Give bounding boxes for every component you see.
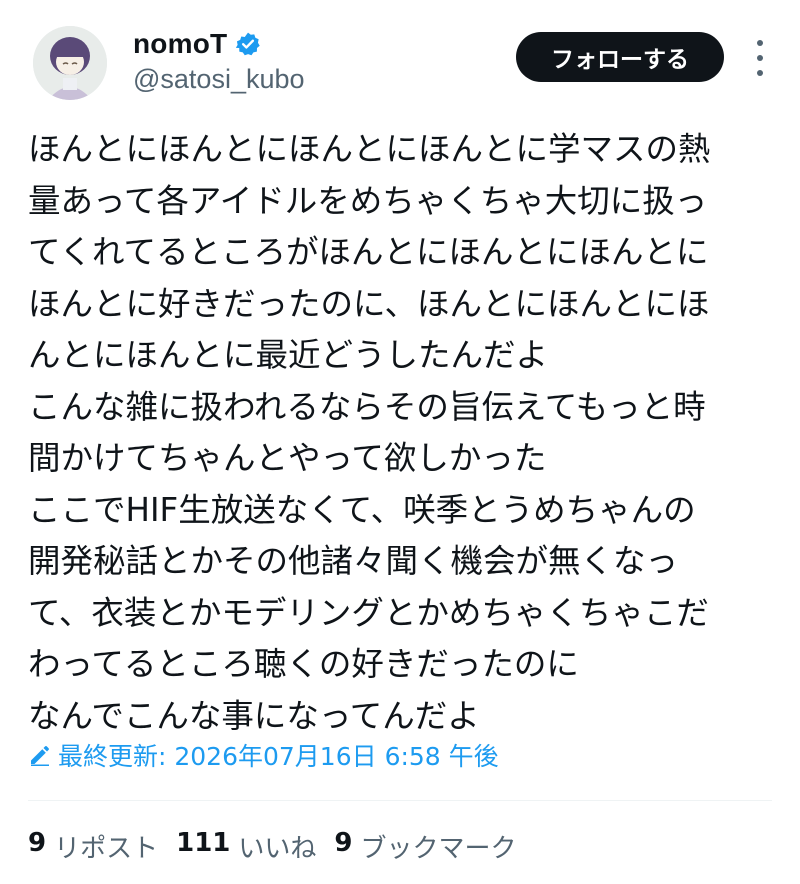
reposts-count: 9 — [28, 828, 47, 858]
tweet-line: こんな雑に扱われるならその旨伝えてもっと時 — [28, 387, 706, 426]
divider — [28, 800, 772, 801]
display-name[interactable]: nomoT — [133, 28, 227, 60]
user-handle[interactable]: @satosi_kubo — [133, 64, 305, 95]
tweet-line: 間かけてちゃんとやって欲しかった — [28, 439, 547, 477]
tweet-line: て、衣装とかモデリングとかめちゃくちゃこだ — [28, 593, 709, 632]
tweet-text: ほんとにほんとにほんとにほんとに学マスの熱 量あって各アイドルをめちゃくちゃ大切… — [28, 124, 788, 742]
likes-stat[interactable]: 111 いいね — [176, 828, 316, 865]
follow-button[interactable]: フォローする — [516, 32, 724, 82]
tweet-line: なんでこんな事になってんだよ — [28, 696, 480, 735]
reposts-label: リポスト — [54, 834, 159, 864]
more-options-icon[interactable] — [748, 40, 772, 76]
avatar[interactable] — [33, 26, 107, 100]
name-row: nomoT — [133, 28, 261, 60]
reposts-stat[interactable]: 9 リポスト — [28, 828, 158, 865]
tweet-line: 量あって各アイドルをめちゃくちゃ大切に扱っ — [28, 181, 708, 220]
likes-count: 111 — [176, 828, 231, 858]
engagement-stats: 9 リポスト 111 いいね 9 ブックマーク — [28, 828, 517, 865]
bookmarks-count: 9 — [334, 828, 353, 858]
last-edited-text: 最終更新: 2026年07月16日 6:58 午後 — [58, 742, 499, 771]
tweet-line: ここでHIF生放送なくて、咲季とうめちゃんの — [28, 490, 696, 529]
bookmarks-stat[interactable]: 9 ブックマーク — [334, 828, 516, 865]
tweet-line: ほんとに好きだったのに、ほんとにほんとにほ — [28, 284, 710, 323]
tweet-line: 開発秘話とかその他諸々聞く機会が無くなっ — [28, 542, 679, 580]
likes-label: いいね — [238, 834, 317, 864]
verified-badge-icon — [236, 32, 261, 56]
bookmarks-label: ブックマーク — [360, 834, 517, 864]
tweet-line: てくれてるところがほんとにほんとにほんとに — [28, 233, 709, 271]
tweet-header: nomoT @satosi_kubo フォローする — [0, 0, 800, 110]
last-edited-link[interactable]: 最終更新: 2026年07月16日 6:58 午後 — [28, 737, 499, 773]
tweet-line: ほんとにほんとにほんとにほんとに学マスの熱 — [28, 130, 711, 168]
tweet-line: んとにほんとに最近どうしたんだよ — [28, 336, 549, 374]
pencil-icon — [31, 746, 49, 766]
tweet-line: わってるところ聴くの好きだったのに — [28, 645, 579, 683]
